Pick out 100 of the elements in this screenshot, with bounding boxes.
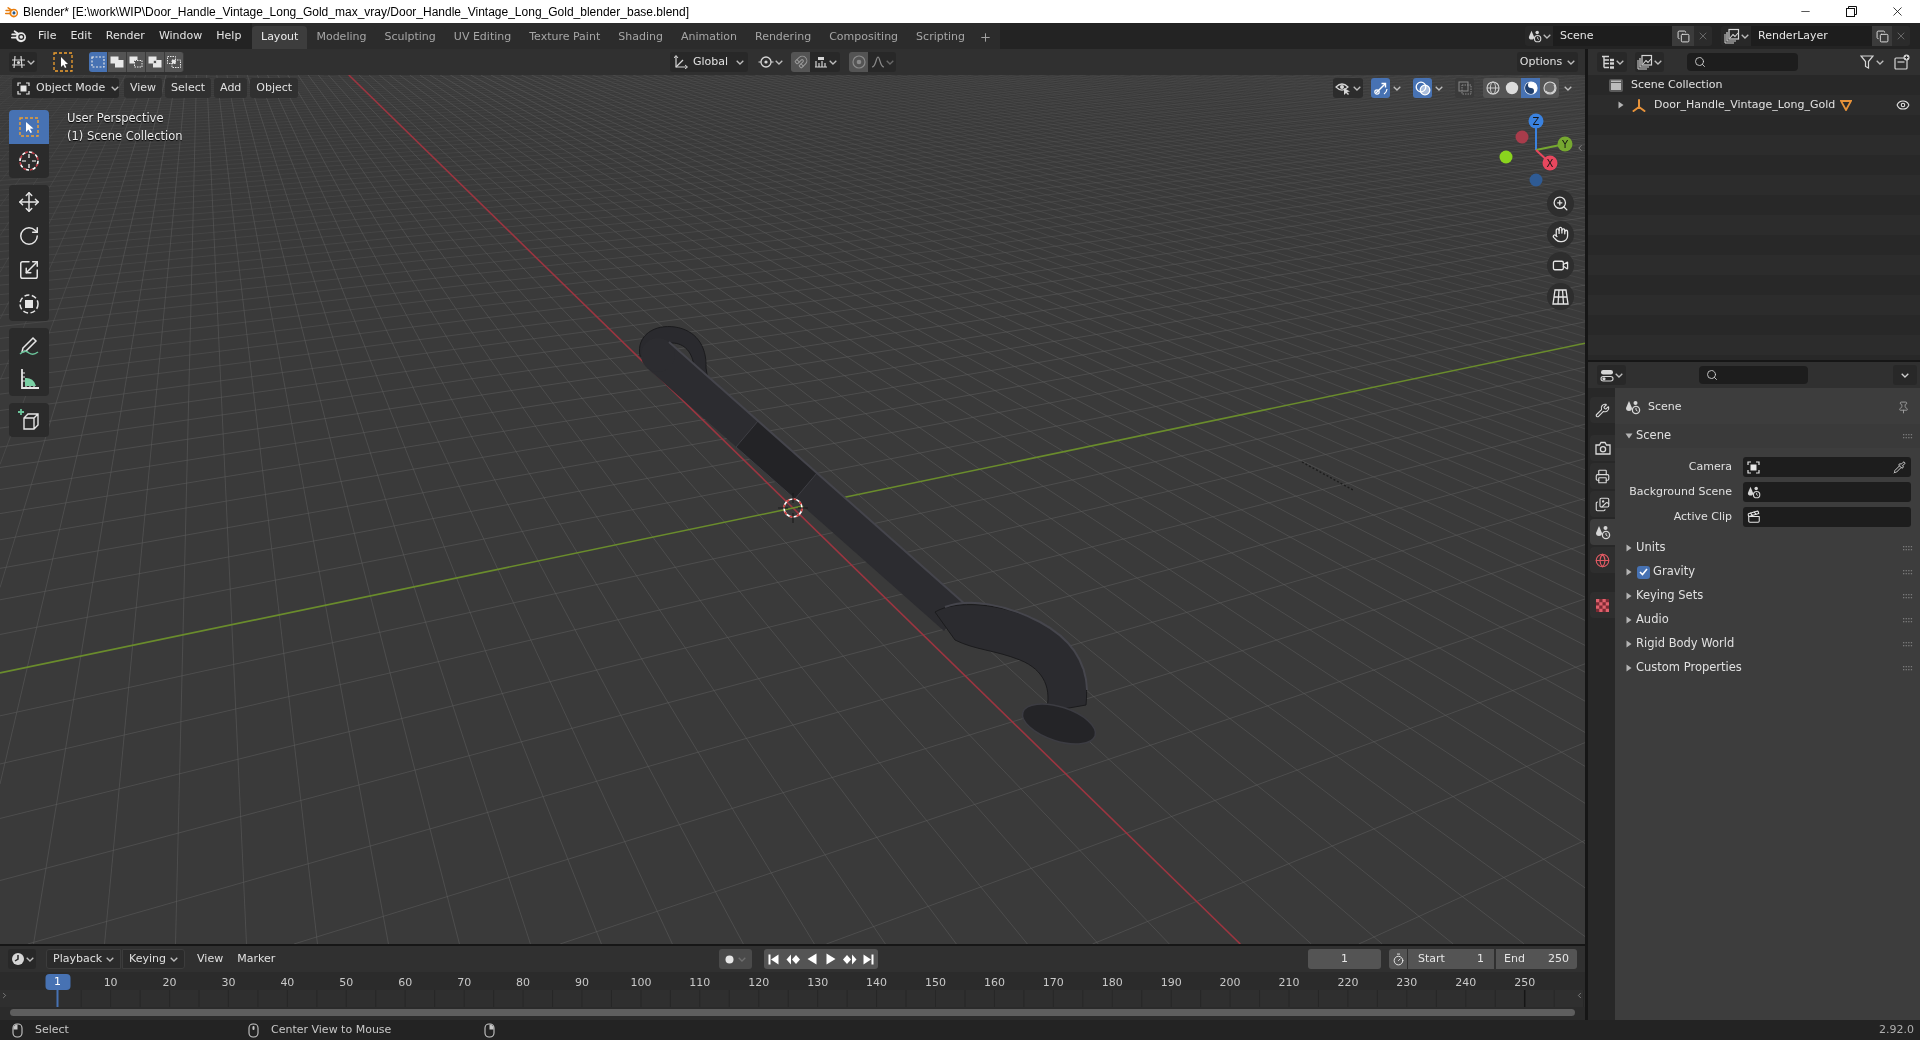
- snap-target-dropdown[interactable]: [810, 52, 840, 72]
- menu-item[interactable]: Edit: [64, 26, 98, 46]
- scene-browse-button[interactable]: [1525, 26, 1553, 46]
- delete-scene-button[interactable]: [1694, 26, 1712, 46]
- playhead[interactable]: 1: [45, 974, 71, 1007]
- axis-handle[interactable]: [1515, 130, 1529, 144]
- shading-mode-button[interactable]: [1521, 78, 1540, 98]
- next-keyframe-button[interactable]: [840, 949, 860, 969]
- field-label: Active Clip: [1672, 508, 1732, 525]
- new-view-layer-button[interactable]: [1872, 26, 1892, 46]
- auto-keying-button[interactable]: [719, 949, 753, 969]
- timeline-menu-dropdown[interactable]: Keying: [122, 949, 186, 969]
- viewport-toggle-button[interactable]: [1413, 78, 1432, 98]
- properties-tab[interactable]: [1590, 491, 1615, 517]
- jump-end-button[interactable]: [859, 949, 879, 969]
- collapse-triangle-icon[interactable]: [1625, 432, 1633, 440]
- panel-options-button[interactable]: [1893, 365, 1917, 385]
- expand-triangle-icon[interactable]: [1625, 592, 1633, 600]
- jump-start-button[interactable]: [764, 949, 784, 969]
- new-scene-button[interactable]: [1672, 26, 1694, 46]
- viewport-menu-item[interactable]: Add: [214, 78, 248, 98]
- images-icon: [1595, 496, 1610, 512]
- toolbar-tool-button[interactable]: [9, 328, 49, 362]
- editor-type-button[interactable]: [8, 949, 36, 969]
- toolbar-tool-button[interactable]: [9, 287, 49, 321]
- properties-tab[interactable]: [1590, 435, 1615, 461]
- scene-name-field[interactable]: Scene: [1553, 26, 1672, 46]
- delete-view-layer-button[interactable]: [1892, 26, 1910, 46]
- toolbar-tool-button[interactable]: [9, 403, 49, 437]
- search-field[interactable]: [1687, 53, 1798, 71]
- menu-item[interactable]: Window: [152, 26, 209, 46]
- viewport-menu-item[interactable]: View: [124, 78, 163, 98]
- axis-handle[interactable]: [1499, 150, 1513, 164]
- chevron-down-icon: [1654, 59, 1662, 65]
- toolbar-tool-button[interactable]: [9, 144, 49, 178]
- outliner-row[interactable]: Scene Collection: [1588, 75, 1920, 95]
- workspace-tab[interactable]: Layout: [252, 26, 308, 49]
- selection-mode-button[interactable]: [165, 52, 184, 72]
- properties-tab[interactable]: [1590, 519, 1615, 545]
- object-picker-field[interactable]: [1743, 482, 1911, 502]
- object-picker-field[interactable]: [1743, 507, 1911, 527]
- expand-triangle-icon[interactable]: [1617, 101, 1625, 109]
- editor-type-button[interactable]: [1597, 365, 1626, 385]
- new-collection-button[interactable]: [1892, 52, 1912, 72]
- selection-mode-button[interactable]: [127, 52, 146, 72]
- frame-number: 170: [1042, 975, 1064, 990]
- options-dropdown[interactable]: Options: [1517, 52, 1578, 72]
- toolbar-tool-button[interactable]: [9, 362, 49, 396]
- object-name: Door_Handle_Vintage_Long_Gold: [1654, 96, 1836, 113]
- axis-handle[interactable]: Z: [1528, 113, 1544, 151]
- axis-handle[interactable]: Y: [1535, 136, 1573, 152]
- outliner-row[interactable]: Door_Handle_Vintage_Long_Gold: [1588, 95, 1920, 115]
- properties-tab[interactable]: [1590, 463, 1615, 489]
- eyedropper-icon[interactable]: [1893, 460, 1906, 474]
- view-layer-browse-button[interactable]: [1721, 26, 1751, 46]
- end-frame-field[interactable]: End 250: [1496, 949, 1577, 969]
- toolbar-tool-button[interactable]: [9, 185, 49, 219]
- active-tool-button[interactable]: [52, 51, 74, 73]
- axis-handle[interactable]: [1529, 173, 1543, 187]
- selection-mode-button[interactable]: [108, 52, 127, 72]
- pin-icon[interactable]: [1897, 400, 1910, 414]
- snap-toggle-button[interactable]: [791, 52, 810, 72]
- timeline-menu-dropdown[interactable]: Playback: [46, 949, 122, 969]
- horizontal-scrollbar[interactable]: [10, 1009, 1575, 1016]
- expand-triangle-icon[interactable]: [1625, 640, 1633, 648]
- menu-item[interactable]: Help: [210, 26, 248, 46]
- object-picker-field[interactable]: [1743, 457, 1911, 477]
- view-layer-mode-button[interactable]: [1635, 52, 1664, 72]
- eye-icon[interactable]: [1896, 98, 1910, 112]
- expand-triangle-icon[interactable]: [1625, 616, 1633, 624]
- falloff-dropdown[interactable]: [868, 52, 896, 72]
- expand-triangle-icon[interactable]: [1625, 568, 1633, 576]
- mode-dropdown[interactable]: Object Mode: [12, 78, 119, 98]
- search-field[interactable]: [1699, 366, 1808, 384]
- expand-triangle-icon[interactable]: [1625, 664, 1633, 672]
- editor-type-button[interactable]: [9, 52, 37, 72]
- viewport-toggle-button[interactable]: [1371, 78, 1390, 98]
- current-frame-field[interactable]: 1: [1308, 949, 1381, 969]
- selection-mode-button[interactable]: [89, 52, 108, 72]
- shading-mode-button[interactable]: [1502, 78, 1521, 98]
- selection-mode-button[interactable]: [146, 52, 165, 72]
- start-frame-field[interactable]: Start 1: [1408, 949, 1494, 969]
- preview-range-button[interactable]: [1389, 949, 1407, 969]
- selectability-dropdown[interactable]: [1333, 78, 1363, 98]
- timeline-menu-item[interactable]: View: [191, 949, 230, 969]
- viewport-toggle-button[interactable]: [1455, 78, 1474, 98]
- shading-mode-button[interactable]: [1540, 78, 1559, 98]
- expand-triangle-icon[interactable]: [1625, 544, 1633, 552]
- properties-tab[interactable]: [1590, 592, 1615, 618]
- menu-item[interactable]: Render: [99, 26, 151, 46]
- orientation-dropdown[interactable]: Global: [670, 52, 748, 72]
- viewport-menu-item[interactable]: Object: [250, 78, 299, 98]
- viewport-menu-item[interactable]: Select: [165, 78, 212, 98]
- menu-item[interactable]: File: [32, 26, 63, 46]
- timeline-menu-item[interactable]: Marker: [231, 949, 282, 969]
- checkbox[interactable]: [1637, 565, 1650, 579]
- properties-tab[interactable]: [1590, 397, 1615, 423]
- shading-mode-button[interactable]: [1483, 78, 1502, 98]
- view-layer-name-field[interactable]: RenderLayer: [1751, 26, 1872, 46]
- display-mode-button[interactable]: [1597, 52, 1627, 72]
